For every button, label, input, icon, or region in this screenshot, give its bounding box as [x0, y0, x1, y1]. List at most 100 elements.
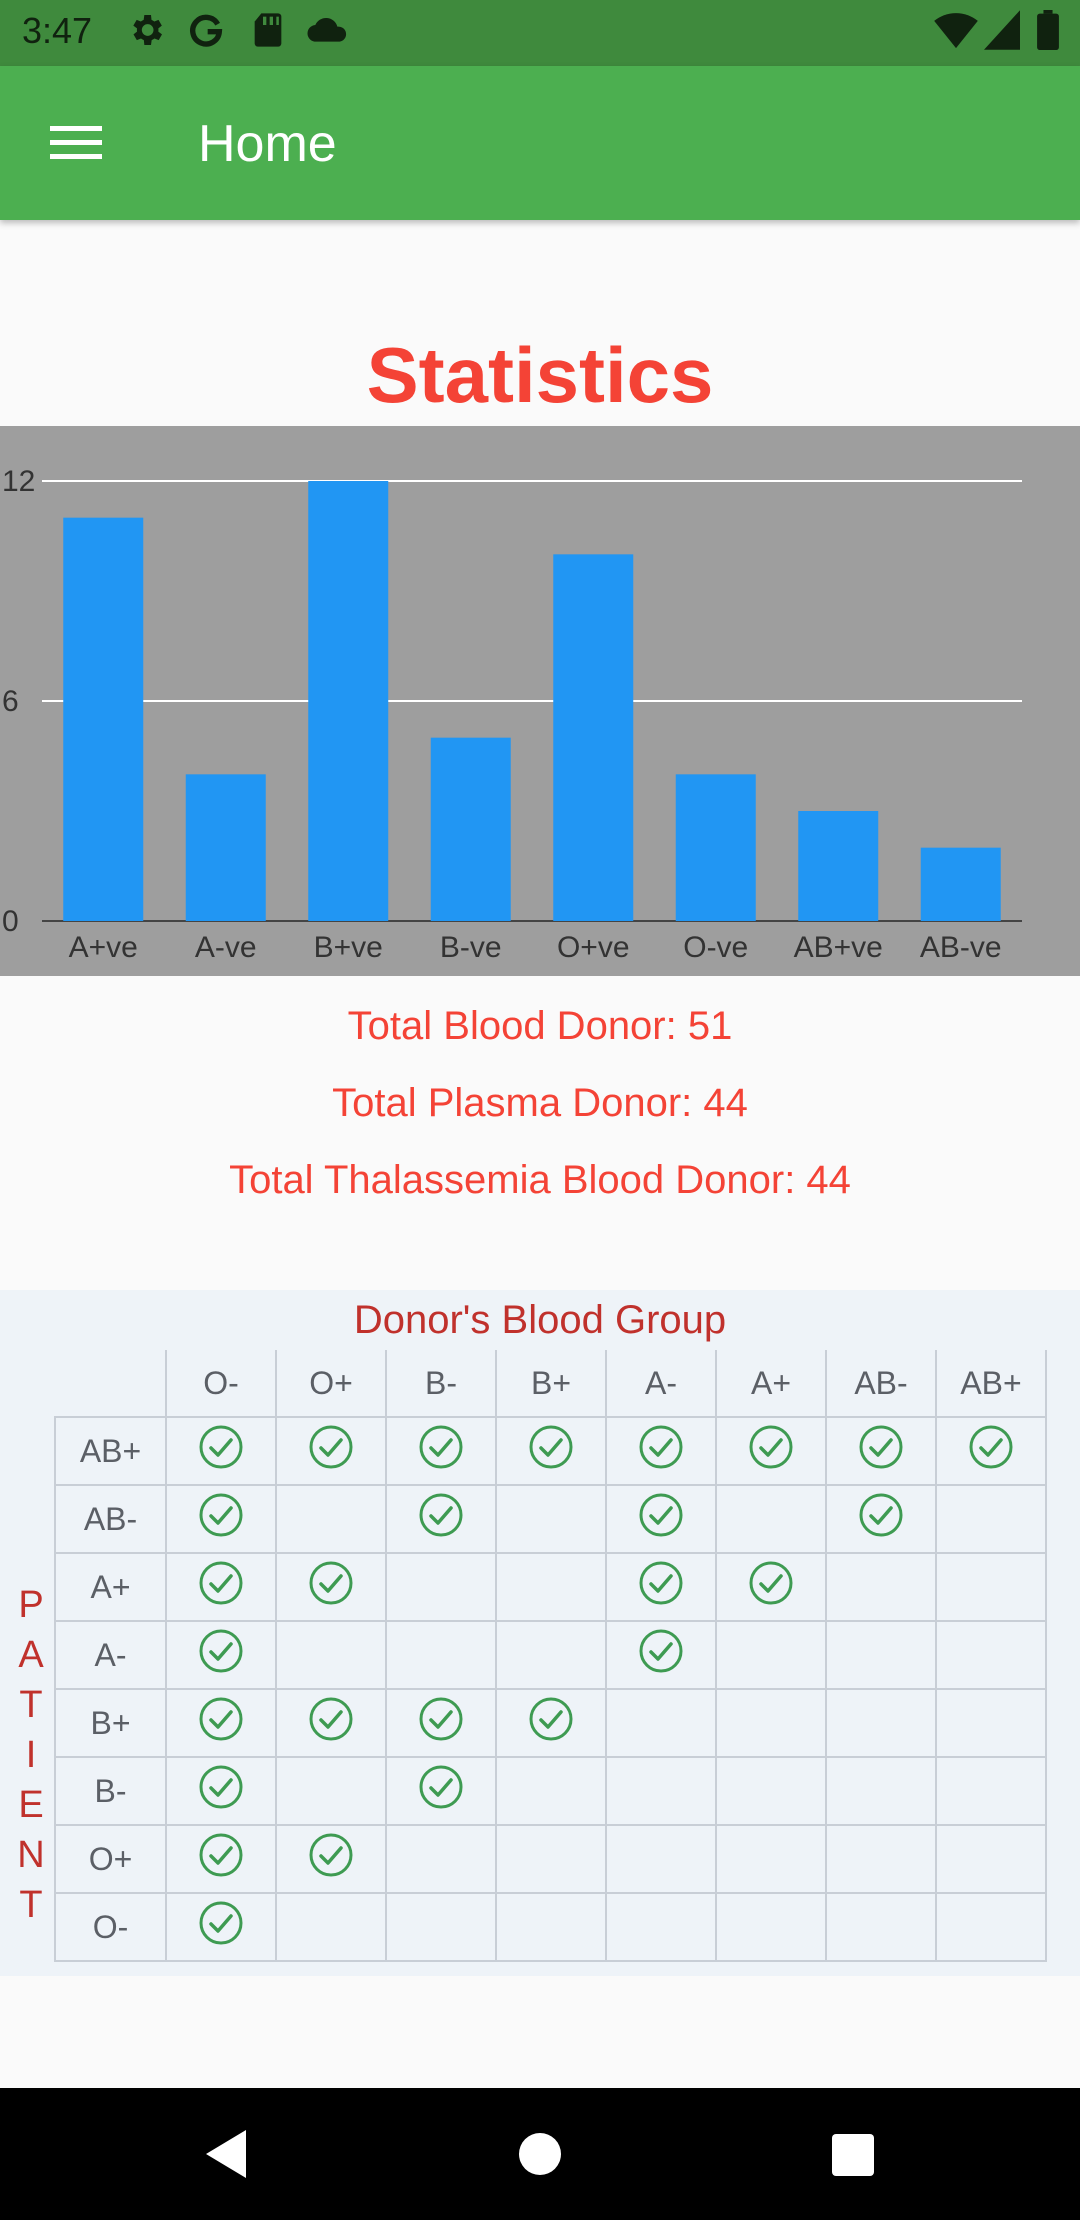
donor-column-header: A- — [605, 1350, 717, 1418]
signal-icon — [984, 10, 1020, 50]
incompatible-cell — [605, 1892, 717, 1962]
x-tick-label: AB-ve — [920, 931, 1002, 964]
total-thalassemia-donor: Total Thalassemia Blood Donor: 44 — [229, 1158, 851, 1202]
table-row: O+ — [54, 1824, 1047, 1894]
patient-row-header: B+ — [54, 1688, 167, 1758]
page-title: Statistics — [366, 331, 714, 419]
sd-card-icon — [254, 13, 282, 47]
compatible-cell — [165, 1552, 277, 1622]
check-icon — [199, 1697, 243, 1741]
check-icon — [859, 1493, 903, 1537]
check-icon — [199, 1425, 243, 1469]
incompatible-cell — [605, 1756, 717, 1826]
compatible-cell — [165, 1824, 277, 1894]
side-label-letter: A — [18, 1634, 44, 1676]
incompatible-cell — [495, 1484, 607, 1554]
donor-column-header: AB- — [825, 1350, 937, 1418]
check-icon — [639, 1425, 683, 1469]
incompatible-cell — [385, 1552, 497, 1622]
check-icon — [639, 1629, 683, 1673]
incompatible-cell — [605, 1824, 717, 1894]
side-label-letter: N — [17, 1834, 45, 1876]
incompatible-cell — [385, 1620, 497, 1690]
check-icon — [199, 1833, 243, 1877]
compatible-cell — [935, 1416, 1047, 1486]
side-label-letter: T — [19, 1684, 43, 1726]
compatible-cell — [165, 1688, 277, 1758]
incompatible-cell — [495, 1552, 607, 1622]
patient-row-header: AB+ — [54, 1416, 167, 1486]
bar — [675, 774, 756, 921]
incompatible-cell — [935, 1892, 1047, 1962]
incompatible-cell — [825, 1620, 937, 1690]
incompatible-cell — [495, 1892, 607, 1962]
incompatible-cell — [935, 1552, 1047, 1622]
menu-icon[interactable] — [50, 122, 104, 164]
compatible-cell — [715, 1552, 827, 1622]
incompatible-cell — [715, 1484, 827, 1554]
compatible-cell — [605, 1484, 717, 1554]
total-blood-donor: Total Blood Donor: 51 — [347, 1004, 733, 1048]
patient-row-header: AB- — [54, 1484, 167, 1554]
compatible-cell — [385, 1688, 497, 1758]
side-label-letter: T — [19, 1884, 43, 1926]
check-icon — [199, 1629, 243, 1673]
bar-chart-svg: 0 6 12 A+ve A-ve B+ve B-ve O+ve O-ve AB+ve AB-ve — [2, 465, 1022, 964]
check-icon — [969, 1425, 1013, 1469]
table-row: A+ — [54, 1552, 1047, 1622]
incompatible-cell — [605, 1688, 717, 1758]
status-time: 3:47 — [22, 10, 93, 51]
incompatible-cell — [275, 1484, 387, 1554]
compatible-cell — [275, 1824, 387, 1894]
side-label-letter: E — [18, 1784, 44, 1826]
incompatible-cell — [715, 1892, 827, 1962]
compatible-cell — [275, 1552, 387, 1622]
check-icon — [419, 1425, 463, 1469]
home-icon[interactable] — [515, 2126, 565, 2182]
system-nav-bar — [0, 2088, 1080, 2220]
check-icon — [639, 1493, 683, 1537]
check-icon — [309, 1833, 353, 1877]
patient-row-header: A- — [54, 1620, 167, 1690]
recents-icon[interactable] — [828, 2126, 878, 2182]
check-icon — [529, 1425, 573, 1469]
table-row: AB+ — [54, 1416, 1047, 1486]
incompatible-cell — [715, 1824, 827, 1894]
check-icon — [199, 1561, 243, 1605]
table-row: AB- — [54, 1484, 1047, 1554]
check-icon — [309, 1425, 353, 1469]
check-icon — [749, 1425, 793, 1469]
compatible-cell — [605, 1552, 717, 1622]
check-icon — [199, 1493, 243, 1537]
incompatible-cell — [275, 1892, 387, 1962]
compatible-cell — [385, 1484, 497, 1554]
compat-title: Donor's Blood Group — [353, 1298, 727, 1342]
compatible-cell — [825, 1484, 937, 1554]
table-corner-cell — [55, 1350, 167, 1418]
side-label-letter: I — [25, 1734, 37, 1776]
incompatible-cell — [715, 1620, 827, 1690]
bar — [798, 811, 879, 921]
check-icon — [749, 1561, 793, 1605]
x-tick-label: A-ve — [195, 931, 257, 964]
incompatible-cell — [385, 1892, 497, 1962]
app-bar: Home — [0, 66, 1080, 220]
incompatible-cell — [495, 1756, 607, 1826]
check-icon — [419, 1765, 463, 1809]
google-icon — [190, 14, 223, 47]
incompatible-cell — [275, 1620, 387, 1690]
compatible-cell — [385, 1416, 497, 1486]
compatible-cell — [165, 1416, 277, 1486]
wifi-icon — [934, 13, 978, 49]
patient-side-label: PATIENT — [14, 1580, 48, 1930]
check-icon — [199, 1901, 243, 1945]
x-tick-label: AB+ve — [794, 931, 883, 964]
donor-column-header: B+ — [495, 1350, 607, 1418]
incompatible-cell — [935, 1824, 1047, 1894]
back-icon[interactable] — [200, 2126, 250, 2182]
compatible-cell — [165, 1892, 277, 1962]
x-tick-label: B-ve — [440, 931, 502, 964]
y-tick-label: 0 — [2, 905, 19, 938]
patient-row-header: O+ — [54, 1824, 167, 1894]
donor-column-header: AB+ — [935, 1350, 1047, 1418]
